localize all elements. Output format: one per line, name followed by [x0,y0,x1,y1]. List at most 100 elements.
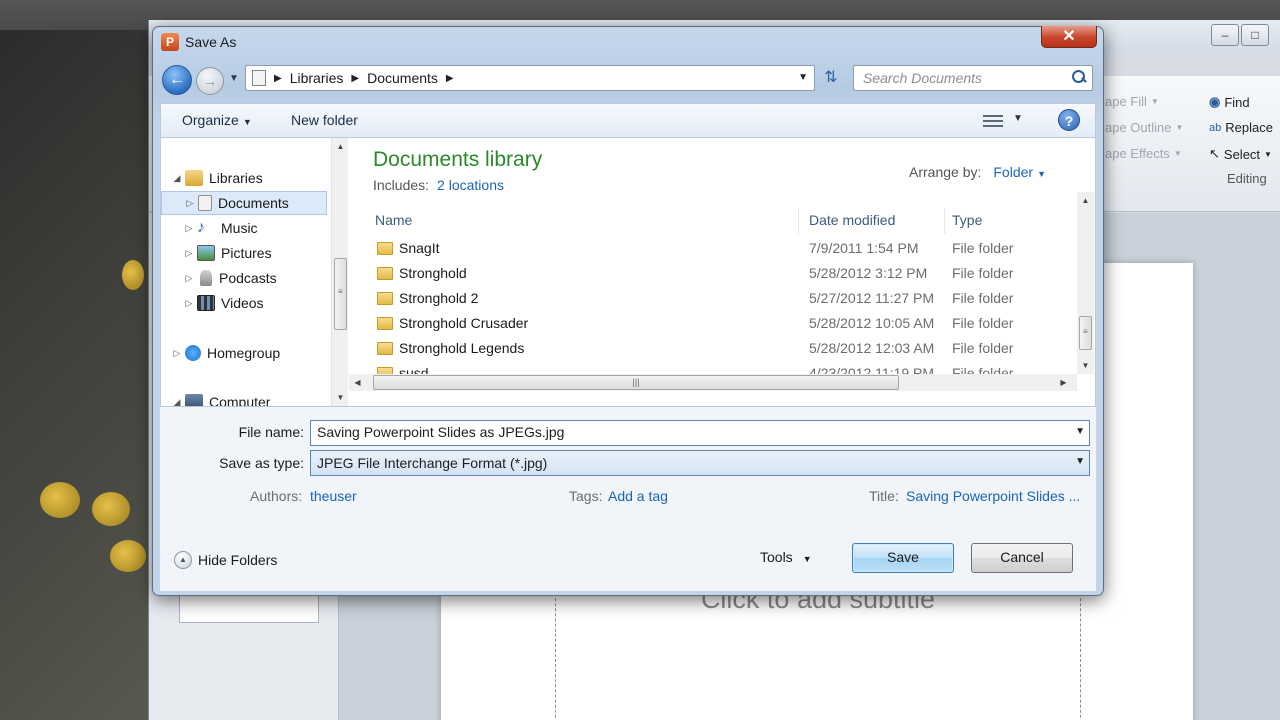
collapse-arrow-icon[interactable]: ◢ [171,173,183,184]
shape-effects-button[interactable]: ape Effects ▼ [1105,146,1182,161]
nav-item-homegroup[interactable]: ▷ Homegroup [161,341,327,365]
search-icon[interactable] [1072,70,1086,84]
organize-menu[interactable]: Organize ▼ [182,112,252,128]
scrollbar-thumb[interactable]: ≡ [1079,316,1092,350]
breadcrumb-libraries[interactable]: Libraries [290,70,344,86]
column-header-type[interactable]: Type [946,208,1074,234]
shape-fill-button[interactable]: ape Fill ▼ [1105,94,1159,109]
folder-icon [377,317,393,330]
view-options-icon[interactable] [983,112,1003,128]
replace-button[interactable]: ab Replace [1209,120,1273,135]
new-folder-button[interactable]: New folder [291,112,358,128]
breadcrumb-documents[interactable]: Documents [367,70,438,86]
view-options-dropdown[interactable]: ▼ [1013,113,1023,124]
chevron-down-icon[interactable]: ▼ [1075,456,1085,467]
chevron-right-icon[interactable]: ▶ [351,73,359,84]
save-type-select[interactable]: JPEG File Interchange Format (*.jpg) ▼ [310,450,1090,476]
help-icon[interactable]: ? [1058,109,1080,131]
locations-link[interactable]: 2 locations [437,177,504,193]
expand-arrow-icon[interactable]: ▷ [183,298,195,309]
nav-item-documents[interactable]: ▷ Documents [161,191,327,215]
search-input[interactable]: Search Documents [853,65,1093,91]
scroll-up-arrow[interactable]: ▲ [332,138,349,155]
homegroup-icon [185,345,201,361]
powerpoint-icon: P [161,33,179,51]
file-name-input[interactable]: Saving Powerpoint Slides as JPEGs.jpg ▼ [310,420,1090,446]
refresh-button[interactable]: ⇅ [819,65,843,91]
scroll-down-arrow[interactable]: ▼ [1077,357,1094,374]
search-placeholder: Search Documents [863,70,983,86]
folder-icon [377,342,393,355]
chevron-down-icon[interactable]: ▼ [1075,426,1085,437]
minimize-button[interactable]: – [1211,24,1239,46]
file-row[interactable]: Stronghold Legends 5/28/2012 12:03 AM Fi… [363,336,1083,361]
expand-arrow-icon[interactable]: ▷ [171,348,183,359]
scroll-right-arrow[interactable]: ▶ [1055,374,1072,391]
file-row[interactable]: SnagIt 7/9/2011 1:54 PM File folder [363,236,1083,261]
nav-item-libraries[interactable]: ◢ Libraries [161,166,327,190]
title-field[interactable]: Saving Powerpoint Slides ... [906,488,1080,504]
tools-menu[interactable]: Tools ▼ [760,549,812,565]
find-button[interactable]: ◉ Find [1209,94,1250,110]
browser-content: ◢ Libraries ▷ Documents ▷ ♪ Music ▷ Pict… [160,137,1096,407]
command-bar: Organize ▼ New folder ▼ ? [160,103,1096,137]
save-type-value: JPEG File Interchange Format (*.jpg) [317,455,548,471]
file-row[interactable]: Stronghold Crusader 5/28/2012 10:05 AM F… [363,311,1083,336]
maximize-button[interactable]: □ [1241,24,1269,46]
recent-locations-dropdown[interactable]: ▼ [229,73,239,84]
column-header-date[interactable]: Date modified [803,208,945,234]
folder-icon [377,242,393,255]
close-button[interactable]: ✕ [1041,26,1097,48]
arrange-by: Arrange by: Folder ▼ [909,164,1046,180]
expand-arrow-icon[interactable]: ▷ [183,248,195,259]
file-list-horizontal-scrollbar[interactable]: ◀ ||| ▶ [349,374,1077,391]
chevron-right-icon[interactable]: ▶ [274,73,282,84]
file-row[interactable]: Stronghold 2 5/27/2012 11:27 PM File fol… [363,286,1083,311]
music-icon: ♪ [197,219,205,236]
shape-outline-button[interactable]: ape Outline ▼ [1105,120,1183,135]
expand-arrow-icon[interactable]: ▷ [184,198,196,209]
select-button[interactable]: ↖ Select ▼ [1209,146,1272,162]
nav-item-music[interactable]: ▷ ♪ Music [161,216,327,240]
documents-icon [198,195,212,211]
tags-field[interactable]: Add a tag [608,488,668,504]
nav-item-videos[interactable]: ▷ Videos [161,291,327,315]
chevron-down-icon[interactable]: ▼ [1037,169,1046,179]
file-name-value: Saving Powerpoint Slides as JPEGs.jpg [317,424,565,440]
arrange-by-dropdown[interactable]: Folder [993,164,1033,180]
nav-item-computer[interactable]: ◢ Computer [161,390,327,406]
navigation-pane: ◢ Libraries ▷ Documents ▷ ♪ Music ▷ Pict… [161,138,331,406]
save-type-label: Save as type: [219,455,304,471]
nav-item-pictures[interactable]: ▷ Pictures [161,241,327,265]
scroll-up-arrow[interactable]: ▲ [1077,192,1094,209]
navigation-scrollbar[interactable]: ▲ ≡ ▼ [331,138,348,406]
file-name-label: File name: [238,424,304,440]
back-button[interactable]: ← [162,65,192,95]
library-includes: Includes: 2 locations [373,177,504,193]
scrollbar-thumb[interactable]: ≡ [334,258,347,330]
subtitle-placeholder[interactable]: Click to add subtitle [555,583,1081,720]
file-row[interactable]: susd 4/23/2012 11:19 PM File folder [363,361,1083,374]
file-row[interactable]: Stronghold 5/28/2012 3:12 PM File folder [363,261,1083,286]
videos-icon [197,295,215,311]
save-button[interactable]: Save [852,543,954,573]
chevron-right-icon[interactable]: ▶ [446,73,454,84]
scroll-down-arrow[interactable]: ▼ [332,389,349,406]
scrollbar-thumb[interactable]: ||| [373,375,899,390]
expand-arrow-icon[interactable]: ▷ [183,273,195,284]
scroll-left-arrow[interactable]: ◀ [349,374,366,391]
expand-arrow-icon[interactable]: ▷ [183,223,195,234]
forward-button[interactable]: → [196,67,224,95]
file-list-area: Documents library Includes: 2 locations A… [349,138,1095,406]
address-bar[interactable]: ▶ Libraries ▶ Documents ▶ ▼ [245,65,815,91]
column-header-name[interactable]: Name [369,208,799,234]
file-list-scrollbar[interactable]: ▲ ≡ ▼ [1077,192,1094,374]
cancel-button[interactable]: Cancel [971,543,1073,573]
authors-field[interactable]: theuser [310,488,357,504]
dialog-title: Save As [185,34,237,50]
nav-item-podcasts[interactable]: ▷ Podcasts [161,266,327,290]
hide-folders-button[interactable]: ▲ Hide Folders [174,551,277,569]
collapse-arrow-icon[interactable]: ◢ [171,397,183,407]
address-history-dropdown[interactable]: ▼ [798,72,808,83]
editing-group-label: Editing [1227,171,1267,186]
